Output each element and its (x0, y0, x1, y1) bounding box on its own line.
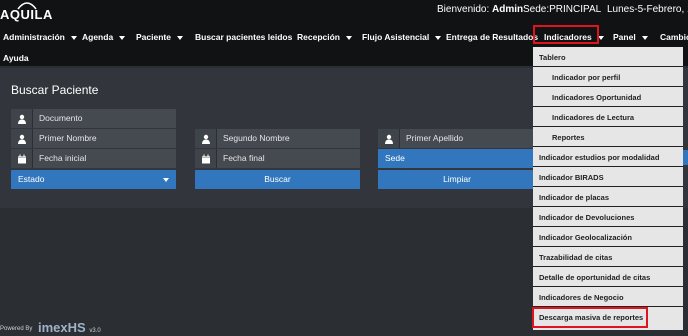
menu-item-devoluciones[interactable]: Indicador de Devoluciones (533, 208, 683, 227)
menu-item-placas[interactable]: Indicador de placas (533, 188, 683, 207)
menu-item-detalle-oportunidad-citas[interactable]: Detalle de oportunidad de citas (533, 268, 683, 287)
nav-label: Paciente (136, 32, 171, 42)
indicadores-dropdown: Tablero Indicador por perfil Indicadores… (533, 47, 683, 330)
footer-brand: imexHS (38, 320, 86, 335)
nav-label: Flujo Asistencial (362, 32, 430, 42)
caret-down-icon (435, 35, 442, 40)
menu-item-reportes[interactable]: Reportes (533, 128, 683, 147)
nav-recepcion[interactable]: Recepción (297, 32, 352, 42)
nav-label: Panel (613, 32, 636, 42)
primer-nombre-input[interactable]: Primer Nombre (33, 129, 176, 148)
fecha-final-input[interactable]: Fecha final (217, 149, 360, 168)
documento-input[interactable]: Documento (33, 109, 176, 128)
nav-label: Cambio (660, 32, 688, 42)
caret-down-icon (641, 35, 648, 40)
calendar-icon (11, 149, 33, 168)
sede-select[interactable]: Sede (378, 149, 536, 168)
estado-select[interactable]: Estado (11, 170, 176, 189)
primer-apellido-input[interactable]: Primer Apellido (400, 129, 536, 148)
caret-down-icon (176, 35, 183, 40)
nav-cambio[interactable]: Cambio (660, 32, 688, 42)
nav-entrega-resultados[interactable]: Entrega de Resultados (446, 32, 538, 42)
menu-item-tablero[interactable]: Tablero (533, 48, 683, 67)
primer-apellido-field[interactable]: Primer Apellido (378, 129, 536, 148)
menu-item-estudios-por-modalidad[interactable]: Indicador estudios por modalidad (533, 148, 683, 167)
fecha-inicial-input[interactable]: Fecha inicial (33, 149, 176, 168)
nav-indicadores-highlight (533, 25, 599, 44)
app-logo[interactable]: AQUILA (0, 7, 53, 22)
user-icon (11, 109, 33, 128)
menu-item-geolocalizacion[interactable]: Indicador Geolocalización (533, 228, 683, 247)
footer-logo: imexHS v3.0 (38, 320, 101, 335)
nav-label: Administración (3, 32, 65, 42)
menu-item-indicadores-oportunidad[interactable]: Indicadores Oportunidad (533, 88, 683, 107)
nav-panel[interactable]: Panel (613, 32, 648, 42)
limpiar-button[interactable]: Limpiar (378, 170, 536, 189)
nav-ayuda[interactable]: Ayuda (3, 53, 29, 63)
user-icon (11, 129, 33, 148)
nav-label: Agenda (82, 32, 114, 42)
menu-item-birads[interactable]: Indicador BIRADS (533, 168, 683, 187)
menu-item-indicadores-negocio[interactable]: Indicadores de Negocio (533, 288, 683, 307)
chevron-down-icon (163, 178, 169, 182)
caret-down-icon (346, 35, 352, 40)
documento-field[interactable]: Documento (11, 109, 176, 128)
nav-label: Buscar pacientes leidos (195, 32, 293, 42)
estado-select-label: Estado (18, 174, 45, 184)
calendar-icon (195, 149, 217, 168)
fecha-final-field[interactable]: Fecha final (195, 149, 360, 168)
welcome-prefix: Bienvenido: (437, 4, 490, 15)
caret-down-icon (70, 35, 77, 40)
page-title: Buscar Paciente (11, 83, 99, 97)
sede-select-label: Sede (385, 153, 405, 163)
sede-text: Sede:PRINCIPAL (523, 4, 602, 15)
nav-agenda[interactable]: Agenda (82, 32, 126, 42)
menu-item-trazabilidad-citas[interactable]: Trazabilidad de citas (533, 248, 683, 267)
date-text: Lunes-5-Febrero, 11:04 (607, 4, 688, 15)
menu-item-indicador-por-perfil[interactable]: Indicador por perfil (533, 68, 683, 87)
footer-version: v3.0 (89, 328, 101, 334)
primer-nombre-field[interactable]: Primer Nombre (11, 129, 176, 148)
buscar-button[interactable]: Buscar (195, 170, 360, 189)
caret-down-icon (119, 35, 126, 40)
user-icon (378, 129, 400, 148)
user-icon (195, 129, 217, 148)
nav-flujo-asistencial[interactable]: Flujo Asistencial (362, 32, 442, 42)
nav-label: Recepción (297, 32, 340, 42)
top-bar: AQUILA Bienvenido: Admin Sede:PRINCIPAL … (0, 0, 688, 27)
welcome-text: Bienvenido: Admin (437, 4, 523, 15)
nav-buscar-pacientes-leidos[interactable]: Buscar pacientes leidos (195, 32, 292, 42)
nav-paciente[interactable]: Paciente (136, 32, 183, 42)
nav-label: Entrega de Resultados (446, 32, 539, 42)
menu-item-indicadores-lectura[interactable]: Indicadores de Lectura (533, 108, 683, 127)
powered-by-text: Powered By (0, 326, 33, 332)
user-name: Admin (492, 4, 524, 15)
segundo-nombre-field[interactable]: Segundo Nombre (195, 129, 360, 148)
descarga-masiva-highlight (532, 307, 648, 328)
segundo-nombre-input[interactable]: Segundo Nombre (217, 129, 360, 148)
nav-administracion[interactable]: Administración (3, 32, 77, 42)
fecha-inicial-field[interactable]: Fecha inicial (11, 149, 176, 168)
